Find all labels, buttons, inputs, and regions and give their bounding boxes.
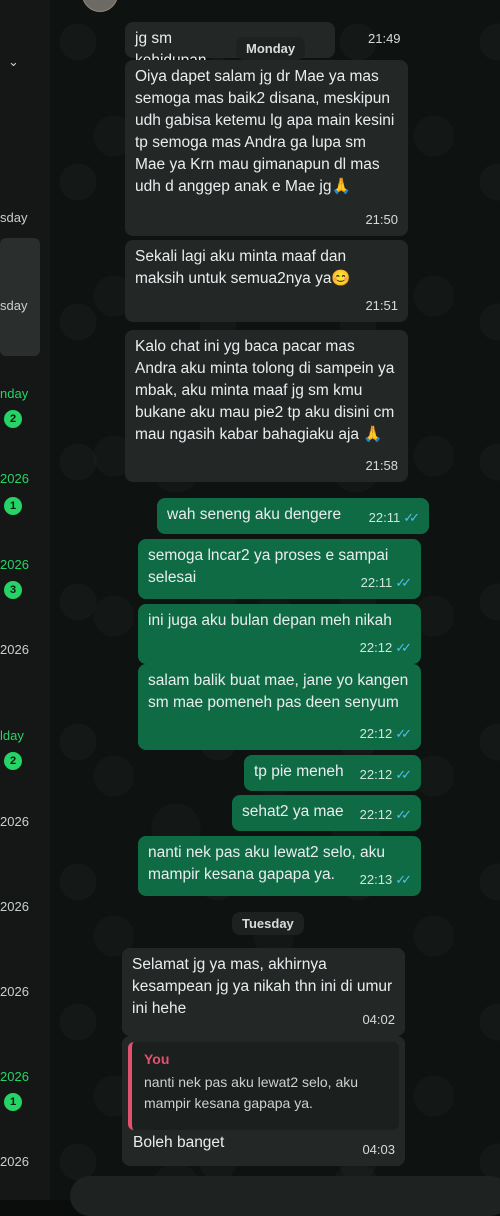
- chat-date: lday: [0, 728, 24, 743]
- message-status: 22:11 ✓✓: [360, 572, 412, 594]
- message-outgoing[interactable]: nanti nek pas aku lewat2 selo, aku mampi…: [138, 836, 421, 896]
- chat-date: nday: [0, 386, 29, 401]
- message-time: 21:49: [368, 31, 401, 46]
- message-time: 22:11: [360, 575, 393, 590]
- message-outgoing[interactable]: salam balik buat mae, jane yo kangen sm …: [138, 664, 421, 750]
- message-time: 22:12: [359, 807, 393, 822]
- chat-date: sday: [0, 298, 28, 313]
- message-time: 04:02: [362, 1012, 395, 1027]
- message-outgoing[interactable]: sehat2 ya mae 22:12 ✓✓: [232, 795, 421, 831]
- message-status: 22:12 ✓✓: [359, 723, 412, 745]
- message-status: 22:12 ✓✓: [359, 804, 412, 826]
- chat-date: 2026: [0, 557, 29, 572]
- message-time: 21:51: [365, 298, 398, 313]
- message-text: ini juga aku bulan depan meh nikah: [148, 612, 392, 629]
- quote-text: nanti nek pas aku lewat2 selo, aku mampi…: [144, 1074, 362, 1111]
- quoted-message[interactable]: You nanti nek pas aku lewat2 selo, aku m…: [128, 1042, 399, 1130]
- unread-badge: 1: [4, 1093, 22, 1111]
- message-text: salam balik buat mae, jane yo kangen sm …: [148, 672, 413, 711]
- message-outgoing[interactable]: ini juga aku bulan depan meh nikah 22:12…: [138, 604, 421, 664]
- unread-badge: 3: [4, 581, 22, 599]
- message-outgoing[interactable]: tp pie meneh 22:12 ✓✓: [244, 755, 421, 791]
- message-status: 22:13 ✓✓: [359, 869, 412, 891]
- chat-date: 2026: [0, 642, 29, 657]
- message-time: 22:12: [359, 640, 393, 655]
- chat-date: 2026: [0, 471, 29, 486]
- message-outgoing[interactable]: wah seneng aku dengere 22:11 ✓✓: [157, 498, 429, 534]
- read-ticks-icon: ✓✓: [395, 640, 412, 655]
- message-time: 21:50: [365, 212, 398, 227]
- message-text: Boleh banget: [133, 1134, 225, 1151]
- message-time: 22:12: [359, 767, 393, 782]
- message-time: 22:13: [359, 872, 393, 887]
- chat-list-sidebar: ⌄ sday sday nday 2 2026 1 2026 3 2026 ld…: [0, 0, 51, 1200]
- unread-badge: 2: [4, 752, 22, 770]
- read-ticks-icon: ✓✓: [395, 726, 412, 741]
- read-ticks-icon: ✓✓: [395, 872, 412, 887]
- chat-date: 2026: [0, 1069, 29, 1084]
- message-text: Sekali lagi aku minta maaf dan maksih un…: [135, 248, 351, 287]
- date-divider: Tuesday: [232, 912, 304, 935]
- date-divider: Monday: [236, 37, 306, 60]
- chat-date: 2026: [0, 814, 29, 829]
- chat-date: 2026: [0, 899, 29, 914]
- read-ticks-icon: ✓✓: [395, 575, 412, 590]
- chat-date: 2026: [0, 1154, 29, 1169]
- chat-date: sday: [0, 210, 28, 225]
- selected-chat-highlight: [0, 238, 40, 356]
- unread-badge: 2: [4, 410, 22, 428]
- message-text: Oiya dapet salam jg dr Mae ya mas semoga…: [135, 68, 399, 195]
- message-time: 22:12: [359, 726, 393, 741]
- read-ticks-icon: ✓✓: [395, 767, 412, 782]
- message-text: Kalo chat ini yg baca pacar mas Andra ak…: [135, 338, 399, 443]
- read-ticks-icon: ✓✓: [395, 807, 412, 822]
- message-time: 04:03: [362, 1142, 395, 1157]
- message-time: 22:11: [368, 510, 401, 525]
- unread-badge: 1: [4, 497, 22, 515]
- message-input-bar[interactable]: [70, 1176, 500, 1216]
- message-time: 21:58: [365, 458, 398, 473]
- message-status: 22:12 ✓✓: [359, 764, 412, 786]
- message-outgoing[interactable]: semoga lncar2 ya proses e sampai selesai…: [138, 539, 421, 599]
- message-text: Selamat jg ya mas, akhirnya kesampean jg…: [132, 956, 397, 1017]
- read-ticks-icon: ✓✓: [403, 510, 420, 525]
- message-incoming[interactable]: Selamat jg ya mas, akhirnya kesampean jg…: [122, 948, 405, 1036]
- message-status: 22:12 ✓✓: [359, 637, 412, 659]
- chat-date: 2026: [0, 984, 29, 999]
- chevron-down-icon[interactable]: ⌄: [8, 54, 19, 70]
- message-incoming[interactable]: Kalo chat ini yg baca pacar mas Andra ak…: [125, 330, 408, 482]
- quote-author: You: [144, 1051, 170, 1067]
- message-incoming[interactable]: Sekali lagi aku minta maaf dan maksih un…: [125, 240, 408, 322]
- message-incoming[interactable]: You nanti nek pas aku lewat2 selo, aku m…: [122, 1036, 405, 1166]
- message-status: 22:11 ✓✓: [368, 507, 420, 529]
- message-incoming[interactable]: Oiya dapet salam jg dr Mae ya mas semoga…: [125, 60, 408, 236]
